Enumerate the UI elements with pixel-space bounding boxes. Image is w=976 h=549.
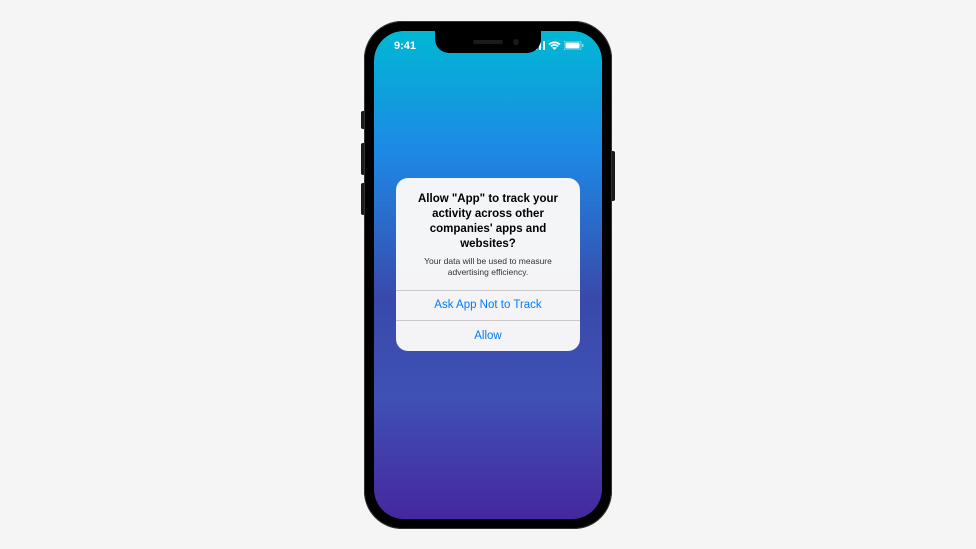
wifi-icon [548,41,561,50]
battery-icon [564,41,584,50]
alert-overlay: Allow "App" to track your activity acros… [374,31,602,519]
display-notch [435,31,541,53]
allow-button[interactable]: Allow [396,321,580,351]
volume-up-button [361,143,364,175]
ask-not-to-track-button[interactable]: Ask App Not to Track [396,290,580,320]
alert-title: Allow "App" to track your activity acros… [408,192,568,252]
iphone-device-frame: 9:41 [364,21,612,529]
phone-side-buttons-left [361,111,364,223]
speaker-grille [473,40,503,44]
alert-body: Allow "App" to track your activity acros… [396,178,580,290]
power-button [612,151,615,201]
front-camera [513,39,519,45]
mute-switch [361,111,364,129]
alert-message: Your data will be used to measure advert… [408,256,568,278]
status-time: 9:41 [390,40,416,52]
tracking-permission-alert: Allow "App" to track your activity acros… [396,178,580,351]
phone-screen: 9:41 [374,31,602,519]
volume-down-button [361,183,364,215]
